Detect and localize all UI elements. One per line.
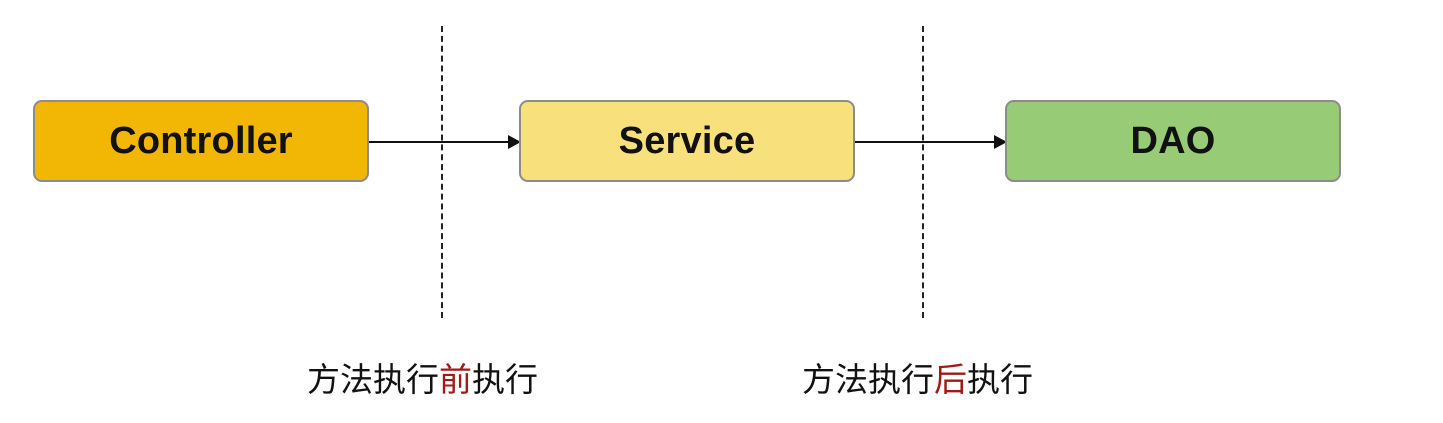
service-label: Service [618, 119, 756, 162]
caption-before-highlight: 前 [439, 360, 472, 399]
caption-before-suffix: 执行 [472, 360, 538, 399]
diagram-canvas: Controller Service DAO 方法执行前执行 方法执行后执行 [0, 0, 1443, 423]
caption-before-execution: 方法执行前执行 [307, 356, 538, 404]
controller-node: Controller [33, 100, 369, 182]
dao-node: DAO [1005, 100, 1341, 182]
caption-after-suffix: 执行 [967, 360, 1033, 399]
divider-after-dashed-line [922, 26, 924, 318]
caption-after-prefix: 方法执行 [802, 360, 934, 399]
dao-label: DAO [1130, 119, 1216, 162]
arrow-service-to-dao [855, 135, 1007, 149]
divider-before-dashed-line [441, 26, 443, 318]
service-node: Service [519, 100, 855, 182]
controller-label: Controller [109, 119, 293, 162]
caption-before-prefix: 方法执行 [307, 360, 439, 399]
caption-after-execution: 方法执行后执行 [802, 356, 1033, 404]
arrow-controller-to-service [369, 135, 521, 149]
caption-after-highlight: 后 [934, 360, 967, 399]
